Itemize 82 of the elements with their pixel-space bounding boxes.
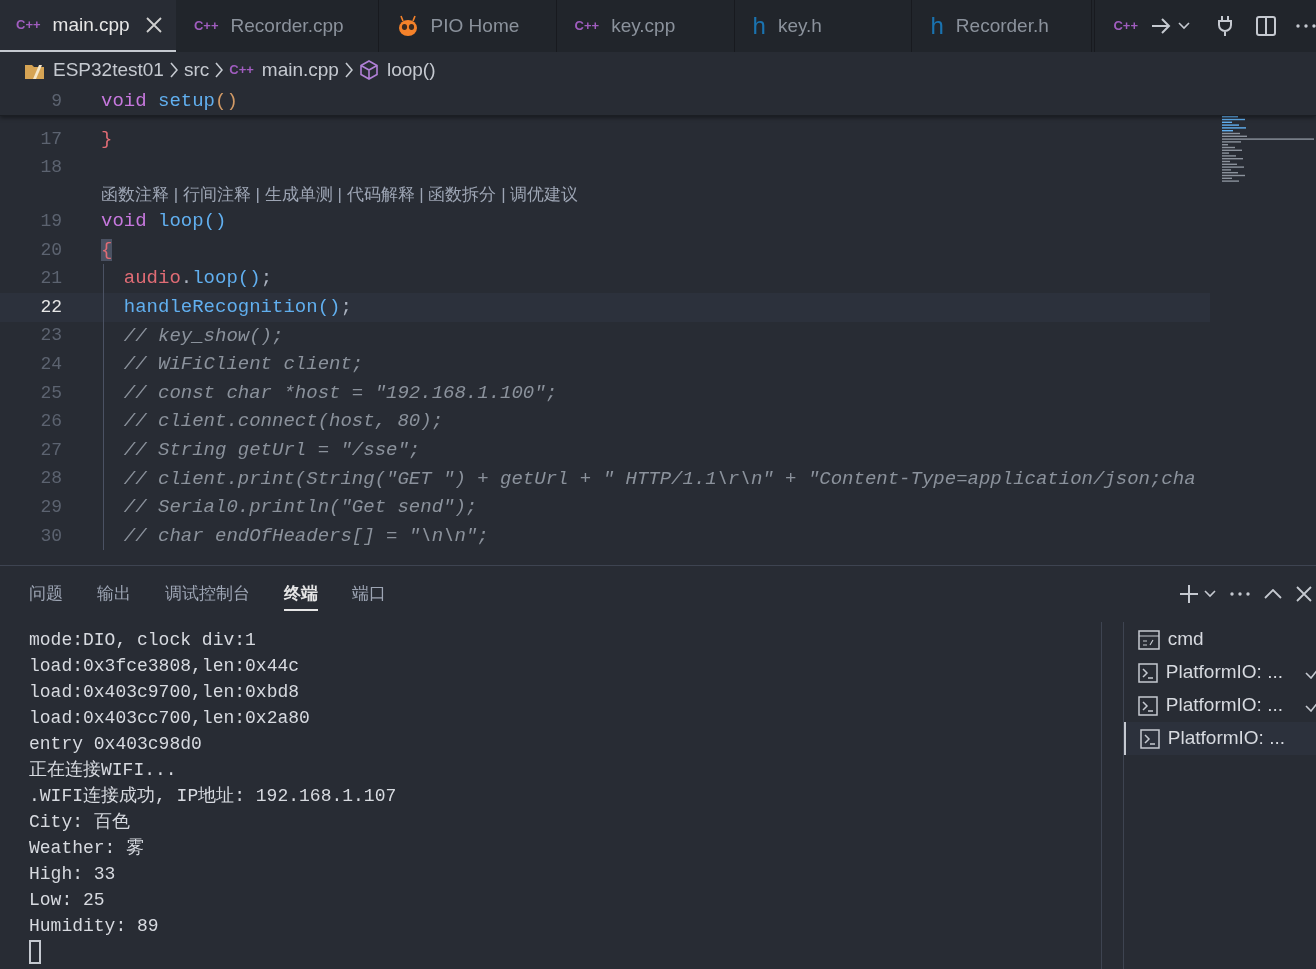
code-line: // key_show(); xyxy=(123,323,284,349)
cube-icon xyxy=(358,60,379,80)
code-line: // client.connect(host, 80); xyxy=(123,409,444,435)
chevron-down-icon[interactable] xyxy=(1178,22,1190,30)
line-number: 28 xyxy=(39,467,62,491)
panel-tab[interactable]: 调试控制台 xyxy=(165,577,250,611)
panel-tab[interactable]: 输出 xyxy=(97,577,131,611)
terminal-line: High: 33 xyxy=(29,863,117,886)
line-number: 17 xyxy=(39,127,62,151)
code-line: handleRecognition(); xyxy=(123,295,352,320)
code-line: // const char *host = "192.168.1.100"; xyxy=(123,380,558,406)
line-number: 29 xyxy=(39,495,62,519)
line-number: 25 xyxy=(39,381,62,405)
code-line: // char endOfHeaders[] = "\n\n"; xyxy=(123,523,489,549)
file-type-icon: h xyxy=(752,8,766,44)
panel-tab[interactable]: 端口 xyxy=(352,577,386,611)
code-line: // client.print(String("GET ") + getUrl + " HTTP/1.1\r\n" + "Content-Type=application/json;cha xyxy=(123,466,1196,492)
line-number: 30 xyxy=(39,524,62,548)
editor-tab[interactable]: C++ main.cpp xyxy=(0,0,176,52)
line-number: 18 xyxy=(39,156,62,180)
plug-icon[interactable] xyxy=(1216,15,1234,37)
code-line: // WiFiClient client; xyxy=(123,352,364,378)
line-number: 9 xyxy=(50,90,62,113)
terminal-item[interactable]: cmd xyxy=(1123,623,1316,656)
line-number: 21 xyxy=(39,267,62,291)
close-icon[interactable] xyxy=(145,17,162,33)
line-number: 22 xyxy=(39,295,62,319)
terminal-icon xyxy=(1137,662,1158,683)
terminal-item[interactable]: PlatformIO: ... xyxy=(1123,656,1316,689)
panel-tab[interactable]: 终端 xyxy=(284,577,318,611)
terminal-icon xyxy=(1137,695,1158,716)
panel-tab[interactable]: 问题 xyxy=(29,577,63,611)
terminal-line: Weather: 雾 xyxy=(29,837,146,860)
terminal-line: load:0x403c9700,len:0xbd8 xyxy=(29,681,301,704)
terminal-line: mode:DIO, clock div:1 xyxy=(29,629,257,652)
line-number: 19 xyxy=(39,210,62,233)
code-line: // Serial0.println("Get send"); xyxy=(123,495,478,521)
code-line: void setup() xyxy=(101,89,238,115)
code-lens-actions[interactable]: 函数注释 | 行间注释 | 生成单测 | 代码解释 | 函数拆分 | 调优建议 xyxy=(101,181,579,208)
more-icon[interactable] xyxy=(1230,592,1250,596)
line-number: 23 xyxy=(39,324,62,348)
code-line: void loop() xyxy=(101,209,227,235)
add-terminal-icon[interactable] xyxy=(1178,583,1200,605)
terminal-line: load:0x3fce3808,len:0x44c xyxy=(29,655,301,678)
close-icon[interactable] xyxy=(1296,586,1312,602)
code-line: } xyxy=(101,127,113,153)
file-type-icon: C++ xyxy=(193,16,219,36)
terminal-line: .WIFI连接成功, IP地址: 192.168.1.107 xyxy=(29,785,398,808)
line-number: 20 xyxy=(39,238,62,262)
file-type-icon: C++ xyxy=(229,60,254,80)
more-icon[interactable] xyxy=(1296,24,1316,28)
file-type-icon: C++ xyxy=(574,16,600,36)
terminal-line: load:0x403cc700,len:0x2a80 xyxy=(29,707,311,730)
breadcrumb-item[interactable]: main.cpp xyxy=(261,55,339,85)
chevron-right-icon xyxy=(215,62,224,78)
split-editor-icon[interactable] xyxy=(1256,16,1276,36)
terminal-icon xyxy=(1139,728,1160,749)
console-window-icon xyxy=(1137,629,1160,650)
terminal-line: 正在连接WIFI... xyxy=(29,759,178,782)
terminal-item[interactable]: PlatformIO: ... xyxy=(1123,722,1316,755)
chevron-right-icon xyxy=(344,62,353,78)
alien-head-icon xyxy=(396,15,419,37)
terminal-line: Low: 25 xyxy=(29,889,106,912)
chevron-down-icon[interactable] xyxy=(1204,590,1216,598)
line-number: 24 xyxy=(39,352,62,376)
line-number: 27 xyxy=(39,438,62,462)
breadcrumb-item[interactable]: src xyxy=(183,55,210,85)
terminal-cursor xyxy=(29,940,41,964)
chevron-up-icon[interactable] xyxy=(1264,589,1282,599)
file-type-icon: h xyxy=(930,8,944,44)
terminal-line: entry 0x403c98d0 xyxy=(29,733,203,756)
terminal-line: Humidity: 89 xyxy=(29,915,160,938)
language-icon[interactable]: C++ xyxy=(1113,16,1138,36)
chevron-right-icon xyxy=(169,62,178,78)
line-number: 26 xyxy=(39,410,62,434)
terminal-item[interactable]: PlatformIO: ... xyxy=(1123,689,1316,722)
code-line: audio.loop(); xyxy=(123,266,273,292)
file-type-icon: C++ xyxy=(16,15,41,35)
code-line: // String getUrl = "/sse"; xyxy=(123,438,421,463)
breadcrumb-item[interactable]: ESP32test01 xyxy=(53,55,164,85)
terminal-line: City: 百色 xyxy=(29,811,131,834)
breadcrumb-item[interactable]: loop() xyxy=(386,55,436,85)
